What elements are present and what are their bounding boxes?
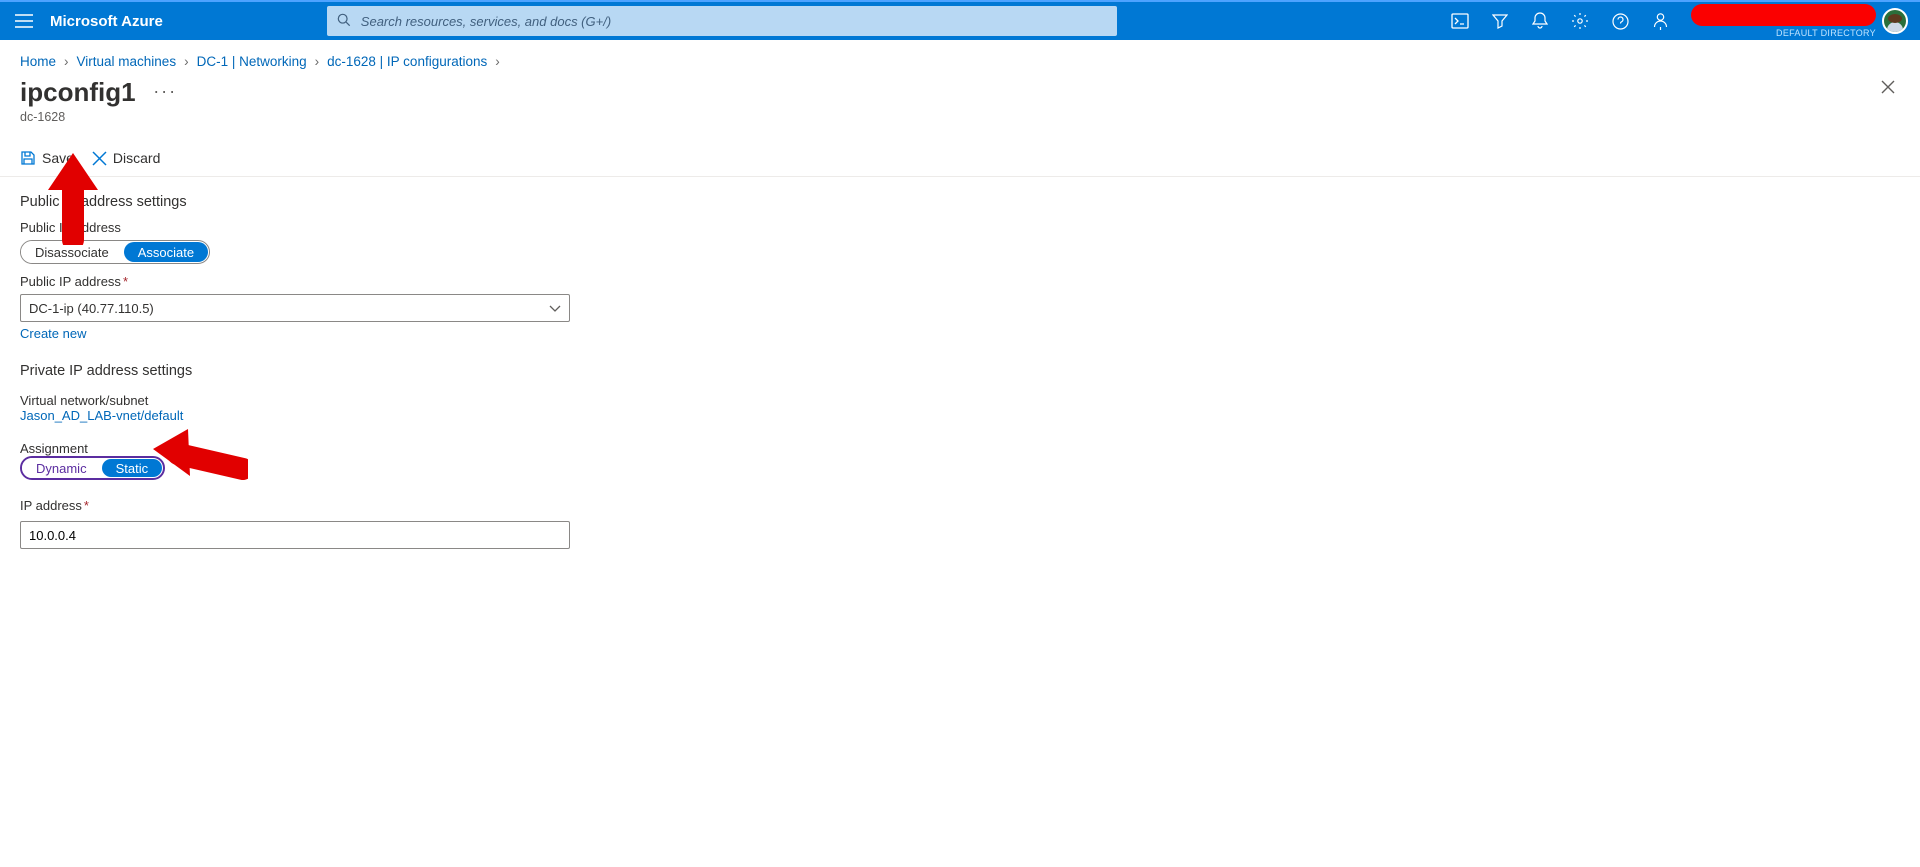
crumb-dc1-net[interactable]: DC-1 | Networking [197, 54, 307, 69]
public-ip-dropdown-label-text: Public IP address [20, 274, 121, 289]
chevron-right-icon: › [184, 54, 189, 69]
close-icon[interactable] [1880, 79, 1896, 98]
public-ip-toggle-label: Public IP address [20, 220, 600, 235]
required-star: * [123, 274, 128, 289]
account-block[interactable]: DEFAULT DIRECTORY [1685, 1, 1876, 41]
save-icon [20, 150, 36, 166]
disassociate-option[interactable]: Disassociate [21, 241, 123, 263]
filter-icon[interactable] [1481, 1, 1519, 41]
save-label: Save [42, 150, 74, 166]
more-icon[interactable]: ··· [153, 81, 177, 102]
assignment-label: Assignment [20, 441, 600, 456]
account-redacted [1691, 4, 1876, 26]
page-title: ipconfig1 [20, 77, 136, 108]
dynamic-option[interactable]: Dynamic [22, 458, 101, 478]
avatar[interactable] [1882, 8, 1908, 34]
chevron-right-icon: › [315, 54, 320, 69]
search-icon [337, 13, 351, 30]
feedback-icon[interactable] [1641, 1, 1679, 41]
menu-icon[interactable] [12, 9, 36, 33]
ip-address-input[interactable] [20, 521, 570, 549]
search-input[interactable] [359, 13, 1107, 30]
discard-label: Discard [113, 150, 160, 166]
content-scroll[interactable]: Public IP address settings Public IP add… [0, 170, 1920, 867]
static-option[interactable]: Static [102, 459, 163, 477]
chevron-right-icon: › [495, 54, 500, 69]
save-button[interactable]: Save [20, 150, 74, 166]
directory-label: DEFAULT DIRECTORY [1776, 28, 1876, 38]
brand-label[interactable]: Microsoft Azure [50, 13, 163, 30]
assignment-toggle: Dynamic Static [20, 456, 165, 480]
associate-option[interactable]: Associate [124, 242, 208, 262]
page-header: ipconfig1 ··· dc-1628 [0, 75, 1920, 132]
breadcrumb: Home › Virtual machines › DC-1 | Networkin… [0, 40, 1920, 75]
ip-address-label-text: IP address [20, 498, 82, 513]
create-new-link[interactable]: Create new [20, 326, 86, 341]
public-ip-section-title: Public IP address settings [20, 194, 600, 210]
vnet-subnet-label: Virtual network/subnet [20, 393, 600, 408]
chevron-right-icon: › [64, 54, 69, 69]
discard-button[interactable]: Discard [92, 150, 160, 166]
vnet-subnet-link[interactable]: Jason_AD_LAB-vnet/default [20, 408, 183, 423]
private-ip-section-title: Private IP address settings [20, 363, 600, 379]
public-ip-dropdown[interactable]: DC-1-ip (40.77.110.5) [20, 294, 570, 322]
page-subtitle: dc-1628 [20, 110, 1900, 124]
public-ip-dropdown-label: Public IP address* [20, 274, 600, 289]
ip-address-label: IP address* [20, 498, 600, 513]
public-ip-toggle: Disassociate Associate [20, 240, 210, 264]
discard-icon [92, 151, 107, 166]
cloud-shell-icon[interactable] [1441, 1, 1479, 41]
help-icon[interactable] [1601, 1, 1639, 41]
content: Public IP address settings Public IP add… [0, 170, 620, 589]
settings-icon[interactable] [1561, 1, 1599, 41]
crumb-home[interactable]: Home [20, 54, 56, 69]
chevron-down-icon [549, 301, 561, 316]
top-icons: DEFAULT DIRECTORY [1441, 1, 1908, 41]
crumb-ipconfig[interactable]: dc-1628 | IP configurations [327, 54, 487, 69]
required-star: * [84, 498, 89, 513]
public-ip-dropdown-value: DC-1-ip (40.77.110.5) [29, 301, 154, 316]
search-wrap [327, 6, 1117, 36]
crumb-vms[interactable]: Virtual machines [77, 54, 177, 69]
notifications-icon[interactable] [1521, 1, 1559, 41]
search-box[interactable] [327, 6, 1117, 36]
top-bar: Microsoft Azure DEFAULT DIREC [0, 0, 1920, 40]
